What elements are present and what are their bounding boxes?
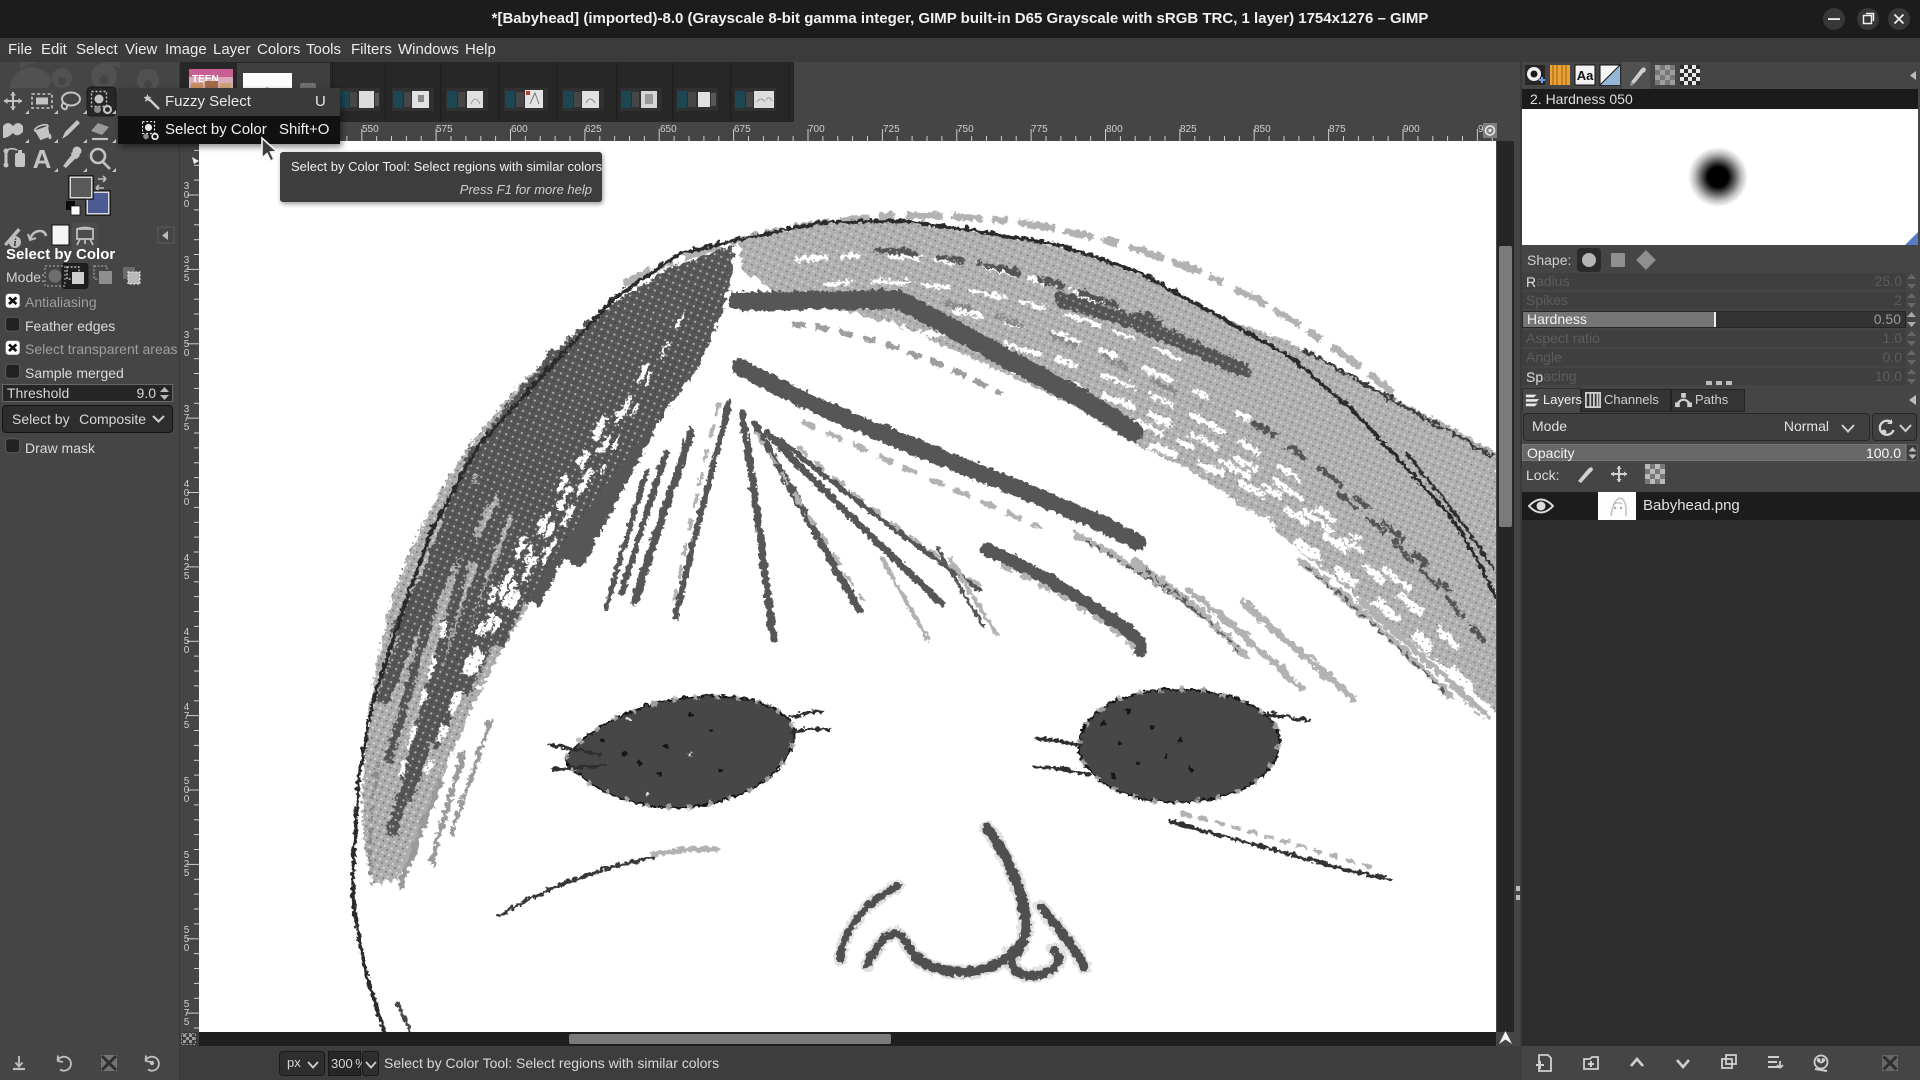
svg-text:A: A <box>33 144 52 174</box>
svg-text:Aa: Aa <box>1577 68 1594 83</box>
